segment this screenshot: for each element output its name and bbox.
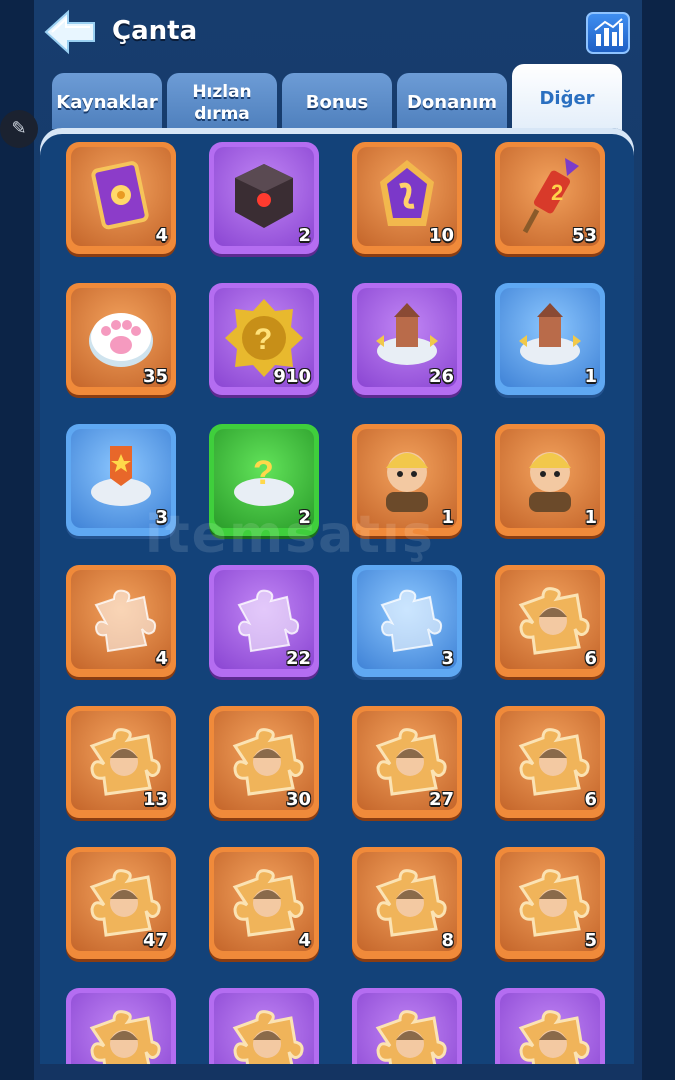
item-count: 35	[142, 366, 168, 387]
svg-text:?: ?	[253, 454, 274, 492]
svg-text:2: 2	[551, 180, 563, 205]
inventory-item[interactable]	[495, 988, 605, 1064]
item-count: 5	[584, 930, 597, 951]
inventory-item[interactable]: 6	[495, 565, 605, 677]
inventory-item[interactable]: 1	[495, 283, 605, 395]
inventory-panel: 4 2 10 2 53 35? 910 26 1 3? 2 1 1 4 22 3 6 13 30 27 6 47 4 8 5	[40, 128, 634, 1064]
hero-puzzle-icon	[375, 869, 447, 937]
dark-crystal-cube-icon	[235, 164, 293, 228]
item-count: 6	[584, 648, 597, 669]
inventory-item[interactable]: 35	[66, 283, 176, 395]
item-count: 2	[298, 225, 311, 246]
item-count: 1	[584, 366, 597, 387]
inventory-item[interactable]: 30	[209, 706, 319, 818]
inventory-item[interactable]: 2 53	[495, 142, 605, 254]
item-count: 3	[441, 648, 454, 669]
tab-kaynaklar[interactable]: Kaynaklar	[52, 73, 162, 129]
inventory-item[interactable]	[209, 988, 319, 1064]
page-title: Çanta	[112, 16, 198, 46]
inventory-item[interactable]: 4	[66, 142, 176, 254]
item-count: 910	[273, 366, 311, 387]
item-count: 4	[155, 648, 168, 669]
hero-puzzle-icon	[89, 1010, 161, 1064]
item-count: 22	[285, 648, 311, 669]
tab-bonus[interactable]: Bonus	[282, 73, 392, 129]
svg-text:?: ?	[254, 323, 272, 356]
inventory-item[interactable]: 26	[352, 283, 462, 395]
inventory-item[interactable]: 2	[209, 142, 319, 254]
inventory-item[interactable]: 47	[66, 847, 176, 959]
item-count: 30	[285, 789, 311, 810]
inventory-item[interactable]	[352, 988, 462, 1064]
hero-puzzle-icon	[518, 1010, 590, 1064]
hero-puzzle-icon	[232, 1010, 304, 1064]
item-count: 47	[142, 930, 168, 951]
item-count: 1	[584, 507, 597, 528]
hero-portrait-icon	[529, 452, 571, 512]
hero-puzzle-icon	[232, 869, 304, 937]
watermark: itemsatış	[145, 505, 435, 565]
hero-puzzle-icon	[518, 587, 590, 655]
hero-puzzle-icon	[375, 1010, 447, 1064]
item-count: 4	[155, 225, 168, 246]
tab-diger[interactable]: Diğer	[512, 64, 622, 130]
inventory-item[interactable]: 3	[352, 565, 462, 677]
puzzle-piece-icon	[94, 589, 157, 653]
inventory-item[interactable]: 10	[352, 142, 462, 254]
inventory-item[interactable]: 1	[495, 424, 605, 536]
inventory-item[interactable]: 27	[352, 706, 462, 818]
inventory-item[interactable]: 13	[66, 706, 176, 818]
inventory-item[interactable]: 22	[209, 565, 319, 677]
item-count: 1	[441, 507, 454, 528]
inventory-item[interactable]: 4	[209, 847, 319, 959]
inventory-item[interactable]: 4	[66, 565, 176, 677]
item-count: 10	[428, 225, 454, 246]
pencil-icon[interactable]: ✎	[0, 110, 38, 148]
item-count: 8	[441, 930, 454, 951]
inventory-item[interactable]: 6	[495, 706, 605, 818]
tab-hizlandirma[interactable]: Hızlan dırma	[167, 73, 277, 129]
building-relocate-icon	[519, 303, 581, 365]
flower-card-icon	[91, 161, 149, 230]
item-count: 26	[428, 366, 454, 387]
hero-puzzle-icon	[518, 728, 590, 796]
hero-puzzle-icon	[518, 869, 590, 937]
puzzle-piece-icon	[380, 589, 443, 653]
inventory-item[interactable]: ? 910	[209, 283, 319, 395]
item-count: 27	[428, 789, 454, 810]
inventory-item[interactable]: 8	[352, 847, 462, 959]
tab-donanim[interactable]: Donanım	[397, 73, 507, 129]
inventory-item[interactable]	[66, 988, 176, 1064]
back-arrow-icon[interactable]	[42, 8, 98, 56]
item-count: 53	[571, 225, 597, 246]
bar-chart-icon[interactable]	[586, 12, 630, 54]
item-count: 13	[142, 789, 168, 810]
inventory-item[interactable]: 5	[495, 847, 605, 959]
item-count: 4	[298, 930, 311, 951]
item-count: 6	[584, 789, 597, 810]
